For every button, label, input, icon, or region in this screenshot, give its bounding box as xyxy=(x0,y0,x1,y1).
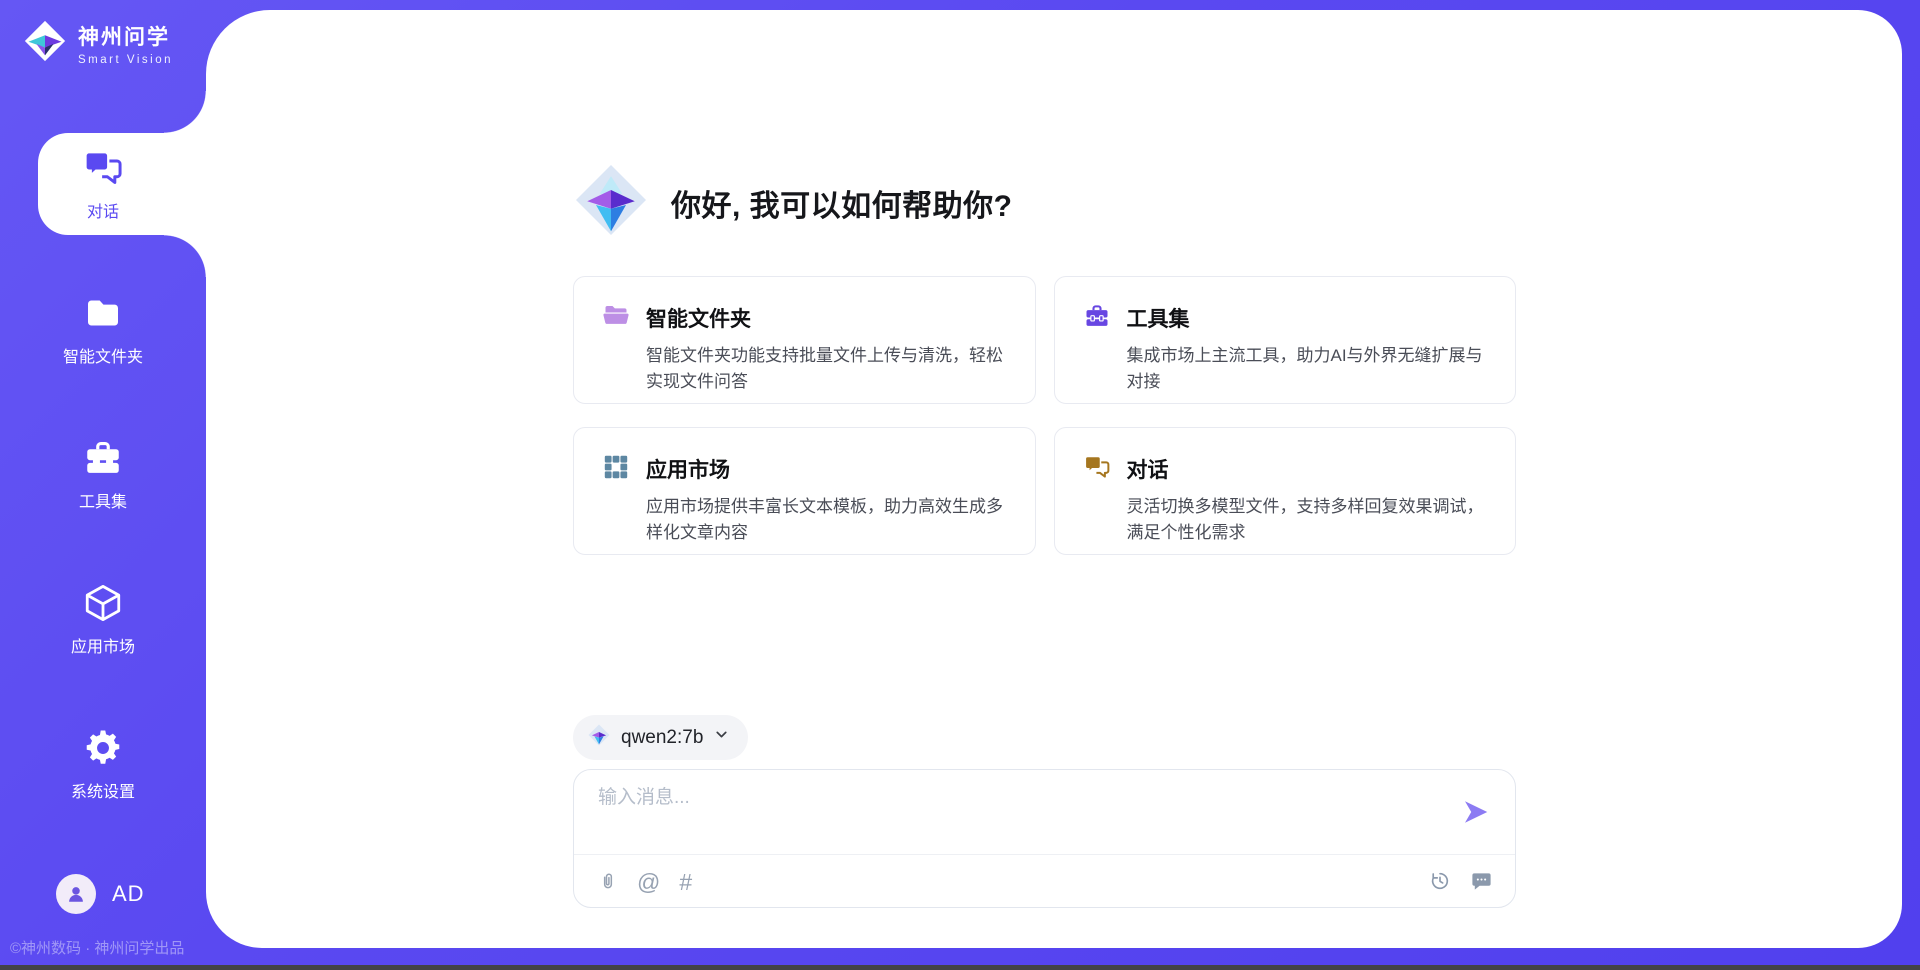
chat-icon xyxy=(1083,453,1111,481)
composer-area: qwen2:7b @ # xyxy=(573,715,1516,908)
feature-cards: 智能文件夹 智能文件夹功能支持批量文件上传与清洗，轻松实现文件问答 工具集 集成… xyxy=(573,276,1516,555)
attach-button[interactable] xyxy=(598,868,618,896)
avatar xyxy=(56,874,96,914)
paperclip-icon xyxy=(598,869,618,896)
folder-icon xyxy=(82,292,124,334)
model-selector[interactable]: qwen2:7b xyxy=(573,715,748,760)
send-button[interactable] xyxy=(1459,796,1493,830)
card-toolbox[interactable]: 工具集 集成市场上主流工具，助力AI与外界无缝扩展与对接 xyxy=(1054,276,1517,404)
assistant-logo-icon xyxy=(571,160,651,245)
card-title: 对话 xyxy=(1127,454,1488,484)
sidebar-item-label: 应用市场 xyxy=(71,633,135,657)
sidebar-item-label: 工具集 xyxy=(79,488,127,512)
card-description: 应用市场提供丰富长文本模板，助力高效生成多样化文章内容 xyxy=(646,494,1007,545)
message-composer: @ # xyxy=(573,769,1516,908)
cube-icon xyxy=(82,582,124,624)
card-description: 智能文件夹功能支持批量文件上传与清洗，轻松实现文件问答 xyxy=(646,343,1007,394)
bottom-edge xyxy=(0,965,1920,970)
folder-open-icon xyxy=(602,302,630,330)
history-icon xyxy=(1429,870,1451,895)
tag-button[interactable]: # xyxy=(679,868,692,896)
chat-icon xyxy=(82,147,124,189)
feedback-icon xyxy=(1470,869,1493,895)
toolbox-icon xyxy=(82,437,124,479)
model-name: qwen2:7b xyxy=(621,727,703,749)
tag-icon: # xyxy=(679,871,692,893)
greeting-text: 你好, 我可以如何帮助你? xyxy=(671,181,1013,225)
greeting: 你好, 我可以如何帮助你? xyxy=(571,160,1013,245)
gear-icon xyxy=(82,727,124,769)
model-logo-icon xyxy=(587,723,611,753)
card-title: 工具集 xyxy=(1127,303,1488,333)
sidebar-item-toolbox[interactable]: 工具集 xyxy=(0,423,206,525)
card-title: 智能文件夹 xyxy=(646,303,1007,333)
card-title: 应用市场 xyxy=(646,454,1007,484)
user-profile[interactable]: AD xyxy=(56,874,145,914)
card-chat[interactable]: 对话 灵活切换多模型文件，支持多样回复效果调试，满足个性化需求 xyxy=(1054,427,1517,555)
sidebar-item-chat[interactable]: 对话 xyxy=(0,133,206,235)
card-description: 灵活切换多模型文件，支持多样回复效果调试，满足个性化需求 xyxy=(1127,494,1488,545)
sidebar-item-smart-folder[interactable]: 智能文件夹 xyxy=(0,278,206,380)
sidebar-item-label: 系统设置 xyxy=(71,778,135,802)
message-input[interactable] xyxy=(598,784,1418,846)
sidebar-footer: ©神州数码 · 神州问学出品 xyxy=(10,937,184,958)
brand-logo-icon xyxy=(22,18,68,69)
card-description: 集成市场上主流工具，助力AI与外界无缝扩展与对接 xyxy=(1127,343,1488,394)
main-panel: 你好, 我可以如何帮助你? 智能文件夹 智能文件夹功能支持批量文件上传与清洗，轻… xyxy=(206,10,1902,948)
brand-subtitle: Smart Vision xyxy=(78,54,173,66)
sidebar-nav: 对话 智能文件夹 工具集 xyxy=(0,133,206,858)
history-button[interactable] xyxy=(1429,868,1451,896)
sidebar-item-app-market[interactable]: 应用市场 xyxy=(0,568,206,670)
user-initials: AD xyxy=(112,881,145,907)
feedback-button[interactable] xyxy=(1470,868,1493,896)
chevron-down-icon xyxy=(713,726,730,749)
card-app-market[interactable]: 应用市场 应用市场提供丰富长文本模板，助力高效生成多样化文章内容 xyxy=(573,427,1036,555)
sidebar-item-settings[interactable]: 系统设置 xyxy=(0,713,206,815)
sidebar-item-label: 对话 xyxy=(87,198,119,222)
card-smart-folder[interactable]: 智能文件夹 智能文件夹功能支持批量文件上传与清洗，轻松实现文件问答 xyxy=(573,276,1036,404)
mention-icon: @ xyxy=(637,871,660,893)
sidebar-item-label: 智能文件夹 xyxy=(63,343,143,367)
brand-title: 神州问学 xyxy=(78,21,173,51)
mention-button[interactable]: @ xyxy=(637,868,660,896)
toolbox-icon xyxy=(1083,302,1111,330)
composer-divider xyxy=(574,854,1515,855)
grid-icon xyxy=(602,453,630,481)
sidebar: 神州问学 Smart Vision 对话 智能文件夹 xyxy=(0,0,206,970)
brand[interactable]: 神州问学 Smart Vision xyxy=(22,18,173,69)
composer-toolbar: @ # xyxy=(598,865,1493,899)
